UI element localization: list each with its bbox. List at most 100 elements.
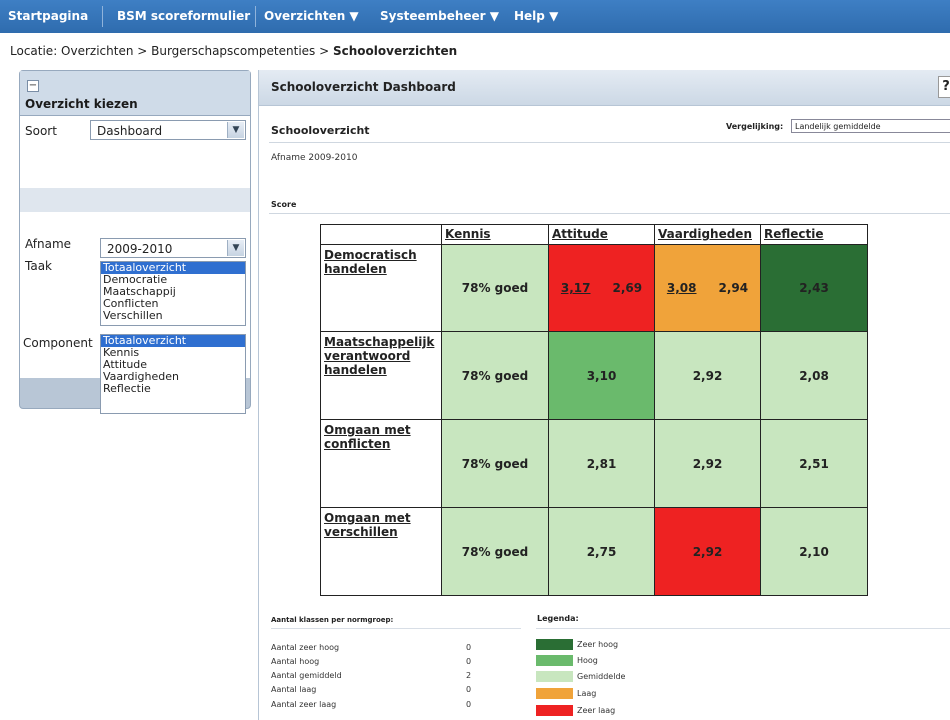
vergelijking-select[interactable]: Landelijk gemiddelde <box>791 119 950 133</box>
nav-separator <box>255 6 256 27</box>
nav-separator <box>102 6 103 27</box>
section-title: Schooloverzicht <box>271 124 370 137</box>
legend-swatch <box>536 655 573 666</box>
panel-body: Soort Dashboard ▼ Afname 2009-2010 ▼ Taa… <box>20 116 250 414</box>
score-value: 78% goed <box>461 456 529 471</box>
taak-option[interactable]: Verschillen <box>101 310 245 322</box>
score-value[interactable]: 3,08 <box>667 281 697 295</box>
row-header-omgaan-met-verschillen[interactable]: Omgaan met verschillen <box>321 508 442 595</box>
score-value[interactable]: 3,17 <box>561 281 591 295</box>
panel-divider-band <box>20 188 250 212</box>
legend-swatch <box>536 639 573 650</box>
dashboard-title: Schooloverzicht Dashboard <box>271 80 456 94</box>
column-header-vaardigheden[interactable]: Vaardigheden <box>655 225 761 245</box>
soort-select[interactable]: Dashboard ▼ <box>90 120 246 140</box>
count-label: Aantal zeer hoog <box>271 643 340 652</box>
score-value: 3,10 <box>586 368 617 383</box>
score-value: 78% goed <box>461 544 529 559</box>
score-value: 2,92 <box>692 456 723 471</box>
soort-label: Soort <box>25 124 57 138</box>
score-cell: 2,75 <box>549 508 655 595</box>
nav-systeembeheer[interactable]: Systeembeheer ▼ <box>380 0 499 33</box>
count-value: 0 <box>466 657 472 666</box>
score-cell: 78% goed <box>442 420 549 508</box>
dashboard-header: Schooloverzicht Dashboard <box>259 70 950 106</box>
score-cell: 2,92 <box>655 332 761 420</box>
legend-label: Zeer hoog <box>577 640 619 649</box>
column-header-reflectie[interactable]: Reflectie <box>761 225 867 245</box>
column-header-kennis[interactable]: Kennis <box>442 225 549 245</box>
score-value: 2,75 <box>586 544 617 559</box>
afname-text: Afname 2009-2010 <box>271 153 358 163</box>
vergelijking-value: Landelijk gemiddelde <box>795 122 881 131</box>
score-cell: 2,08 <box>761 332 867 420</box>
chevron-down-icon[interactable]: ▼ <box>227 240 244 256</box>
breadcrumb-path: Locatie: Overzichten > Burgerschapscompe… <box>10 44 333 58</box>
row-header-maatschappelijk-verantwoord-handelen[interactable]: Maatschappelijk verantwoord handelen <box>321 332 442 420</box>
row-header-omgaan-met-conflicten[interactable]: Omgaan met conflicten <box>321 420 442 508</box>
score-cell: 3,08 2,94 <box>655 245 761 332</box>
score-cell: 2,10 <box>761 508 867 595</box>
nav-help[interactable]: Help ▼ <box>514 0 558 33</box>
score-value: 78% goed <box>461 281 529 295</box>
legend-label: Laag <box>577 689 597 698</box>
score-table: Kennis Attitude Vaardigheden Reflectie D… <box>320 224 868 596</box>
legend-label: Gemiddelde <box>577 672 626 681</box>
divider <box>536 628 950 629</box>
help-button[interactable]: ? <box>938 76 950 98</box>
score-cell: 2,43 <box>761 245 867 332</box>
score-compare-value: 2,94 <box>718 281 749 295</box>
count-label: Aantal laag <box>271 685 317 694</box>
score-cell: 3,10 <box>549 332 655 420</box>
taak-label: Taak <box>25 259 52 273</box>
afname-select[interactable]: 2009-2010 ▼ <box>100 238 246 258</box>
top-navigation: Startpagina BSM scoreformulier Overzicht… <box>0 0 950 33</box>
divider <box>269 213 950 214</box>
score-label: Score <box>271 200 297 209</box>
score-value: 2,43 <box>799 281 829 295</box>
breadcrumb: Locatie: Overzichten > Burgerschapscompe… <box>10 44 457 58</box>
row-header-democratisch-handelen[interactable]: Democratisch handelen <box>321 245 442 332</box>
vergelijking-label: Vergelijking: <box>726 122 784 131</box>
counts-title: Aantal klassen per normgroep: <box>271 616 394 624</box>
count-value: 0 <box>466 685 472 694</box>
table-corner <box>321 225 442 245</box>
score-value: 2,92 <box>692 368 723 383</box>
count-label: Aantal zeer laag <box>271 700 337 709</box>
score-value: 2,08 <box>799 368 829 383</box>
taak-listbox[interactable]: Totaaloverzicht Democratie Maatschappij … <box>100 261 246 326</box>
soort-value: Dashboard <box>97 124 163 138</box>
score-value: 2,10 <box>799 544 829 559</box>
component-option[interactable]: Reflectie <box>101 383 245 395</box>
afname-value: 2009-2010 <box>107 242 173 256</box>
legend-swatch <box>536 705 573 716</box>
score-cell: 3,17 2,69 <box>549 245 655 332</box>
breadcrumb-current: Schooloverzichten <box>332 44 458 58</box>
count-label: Aantal gemiddeld <box>271 671 342 680</box>
count-value: 0 <box>466 700 472 709</box>
chevron-down-icon[interactable]: ▼ <box>227 122 244 138</box>
panel-title: Overzicht kiezen <box>25 97 138 111</box>
count-value: 0 <box>466 643 472 652</box>
legend-label: Hoog <box>577 656 598 665</box>
minimize-icon[interactable]: − <box>27 80 39 92</box>
column-header-attitude[interactable]: Attitude <box>549 225 655 245</box>
count-value: 2 <box>466 671 472 680</box>
component-listbox[interactable]: Totaaloverzicht Kennis Attitude Vaardigh… <box>100 334 246 414</box>
divider <box>269 142 950 143</box>
component-label: Component <box>23 336 93 350</box>
score-cell: 78% goed <box>442 245 549 332</box>
score-value: 2,92 <box>692 544 723 559</box>
nav-overzichten[interactable]: Overzichten ▼ <box>264 0 359 33</box>
score-compare-value: 2,69 <box>612 281 643 295</box>
score-cell: 2,92 <box>655 508 761 595</box>
legend-swatch <box>536 671 573 682</box>
divider <box>271 628 521 629</box>
score-cell: 78% goed <box>442 332 549 420</box>
score-value: 2,51 <box>799 456 829 471</box>
nav-startpagina[interactable]: Startpagina <box>8 0 88 33</box>
nav-bsm-scoreformulier[interactable]: BSM scoreformulier <box>117 0 250 33</box>
panel-header: − Overzicht kiezen <box>20 71 250 116</box>
score-value: 78% goed <box>461 368 529 383</box>
score-value: 2,81 <box>586 456 617 471</box>
